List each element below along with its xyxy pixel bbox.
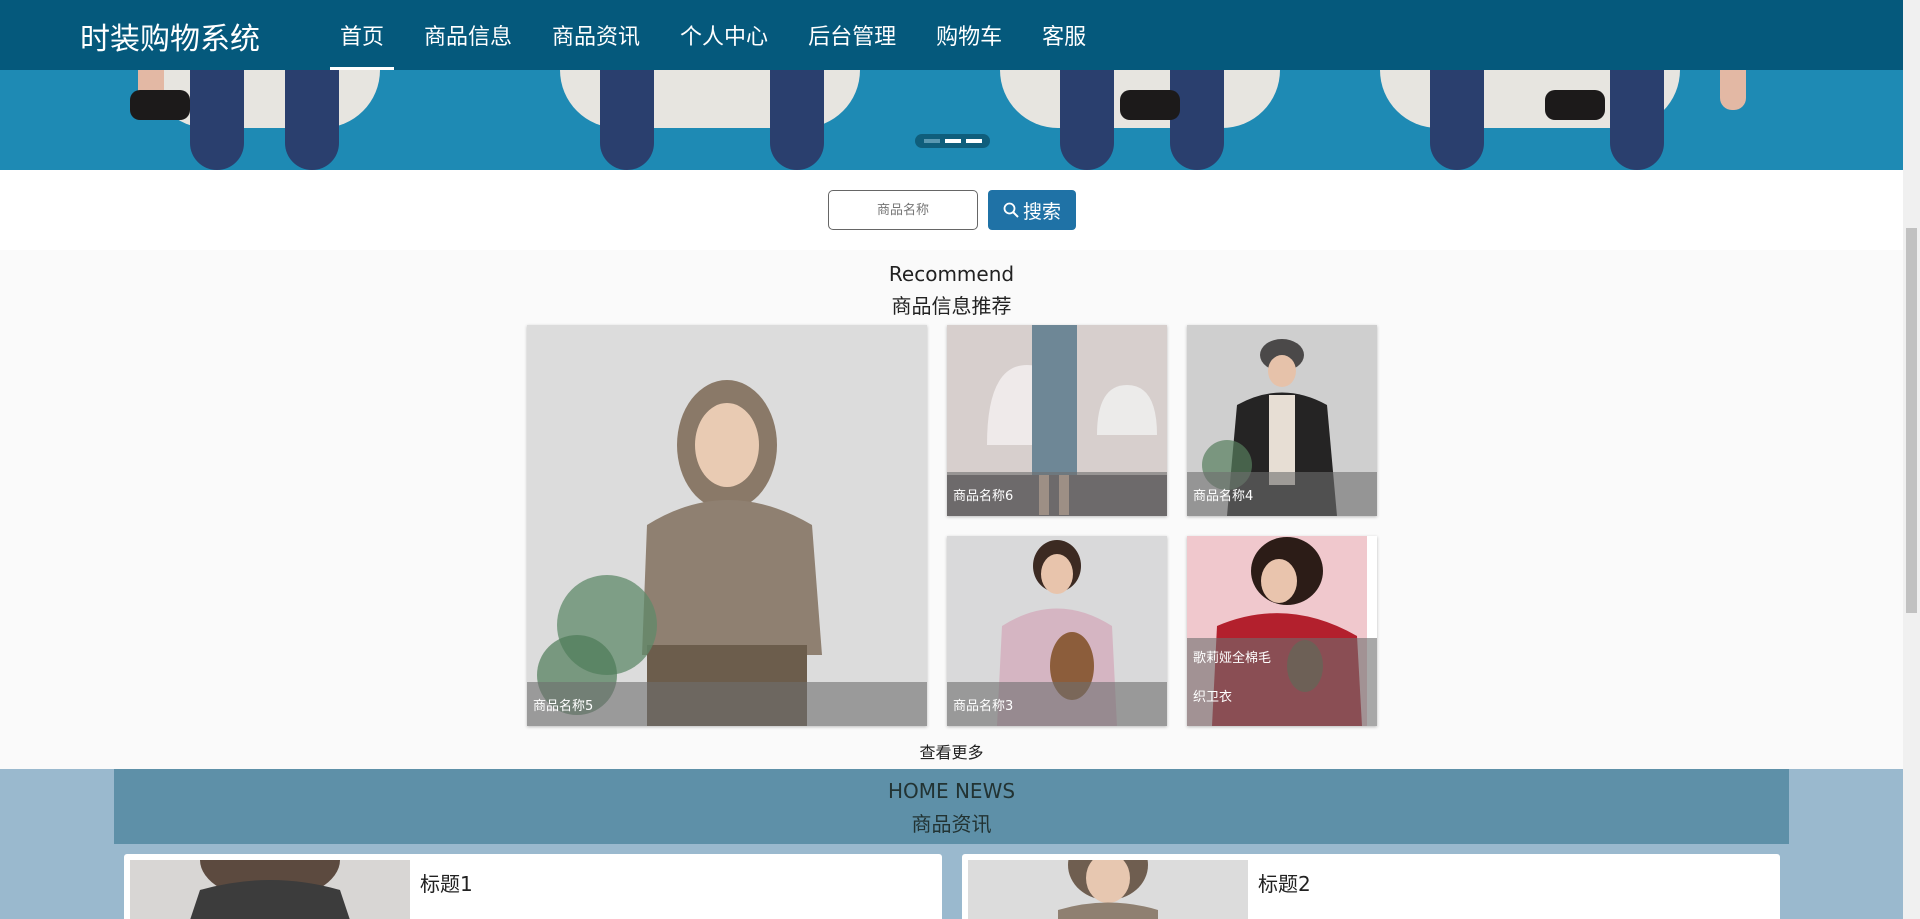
news-card[interactable]: 标题2 xyxy=(962,854,1780,919)
product-photo xyxy=(527,325,927,726)
nav-item-news[interactable]: 商品资讯 xyxy=(532,0,660,70)
search-button-label: 搜索 xyxy=(1022,200,1061,223)
recommend-item[interactable]: 商品名称3 xyxy=(947,536,1167,726)
scrollbar-thumb[interactable] xyxy=(1906,228,1917,613)
recommend-item-caption-line: 织卫衣 xyxy=(1193,690,1233,705)
news-card[interactable]: 标题1 xyxy=(124,854,942,919)
site-brand[interactable]: 时装购物系统 xyxy=(80,14,260,58)
banner-photo-legs xyxy=(1610,70,1664,170)
recommend-title-en: Recommend xyxy=(888,262,1015,286)
banner-carousel[interactable] xyxy=(0,70,1903,170)
news-thumbnail xyxy=(968,860,1248,919)
recommend-section: Recommend 商品信息推荐 商品名称5 商品名称6 商品名称4 商品名称3… xyxy=(0,250,1903,769)
banner-photo-legs xyxy=(190,70,244,170)
news-title-cn: 商品资讯 xyxy=(911,812,992,836)
search-button[interactable]: 搜索 xyxy=(988,190,1076,230)
banner-photo-hand xyxy=(1720,70,1746,110)
recommend-item-caption-line: 歌莉娅全棉毛 xyxy=(1193,651,1272,666)
recommend-item-caption: 歌莉娅全棉毛 织卫衣 xyxy=(1187,638,1377,726)
page-scrollbar[interactable] xyxy=(1903,0,1920,919)
carousel-indicators xyxy=(915,134,990,148)
carousel-dot[interactable] xyxy=(944,139,961,143)
recommend-item[interactable]: 商品名称4 xyxy=(1187,325,1377,516)
nav-item-profile[interactable]: 个人中心 xyxy=(660,0,788,70)
recommend-title-cn: 商品信息推荐 xyxy=(891,294,1012,318)
banner-photo-legs xyxy=(1060,70,1114,170)
banner-photo-bag xyxy=(130,90,190,120)
top-navbar: 时装购物系统 首页 商品信息 商品资讯 个人中心 后台管理 购物车 客服 xyxy=(0,0,1903,70)
news-card-title: 标题1 xyxy=(420,872,473,896)
recommend-item-caption: 商品名称4 xyxy=(1187,472,1377,516)
nav-item-service[interactable]: 客服 xyxy=(1022,0,1106,70)
carousel-dot[interactable] xyxy=(965,139,982,143)
search-input[interactable] xyxy=(828,190,978,230)
banner-photo-legs xyxy=(600,70,654,170)
recommend-item-caption: 商品名称3 xyxy=(947,682,1167,726)
news-header: HOME NEWS 商品资讯 xyxy=(114,769,1789,844)
recommend-item[interactable]: 商品名称6 xyxy=(947,325,1167,516)
nav-item-admin[interactable]: 后台管理 xyxy=(788,0,916,70)
search-icon xyxy=(1003,202,1019,218)
news-section: HOME NEWS 商品资讯 标题1 标题2 xyxy=(0,769,1903,919)
recommend-item[interactable]: 歌莉娅全棉毛 织卫衣 xyxy=(1187,536,1377,726)
news-title-en: HOME NEWS xyxy=(887,779,1016,803)
banner-photo-legs xyxy=(285,70,339,170)
nav-menu: 首页 商品信息 商品资讯 个人中心 后台管理 购物车 客服 xyxy=(320,0,1106,70)
nav-item-home[interactable]: 首页 xyxy=(320,0,404,70)
carousel-dot[interactable] xyxy=(923,139,940,143)
news-thumbnail xyxy=(130,860,410,919)
banner-photo-bag xyxy=(1120,90,1180,120)
news-card-title: 标题2 xyxy=(1258,872,1311,896)
banner-photo-legs xyxy=(770,70,824,170)
banner-photo-legs xyxy=(1170,70,1224,170)
nav-item-products[interactable]: 商品信息 xyxy=(404,0,532,70)
recommend-item[interactable]: 商品名称5 xyxy=(527,325,927,726)
nav-item-cart[interactable]: 购物车 xyxy=(916,0,1022,70)
banner-photo-bag xyxy=(1545,90,1605,120)
recommend-item-caption: 商品名称5 xyxy=(527,682,927,726)
view-more-link[interactable]: 查看更多 xyxy=(0,739,1903,763)
banner-photo-legs xyxy=(1430,70,1484,170)
recommend-item-caption: 商品名称6 xyxy=(947,472,1167,516)
